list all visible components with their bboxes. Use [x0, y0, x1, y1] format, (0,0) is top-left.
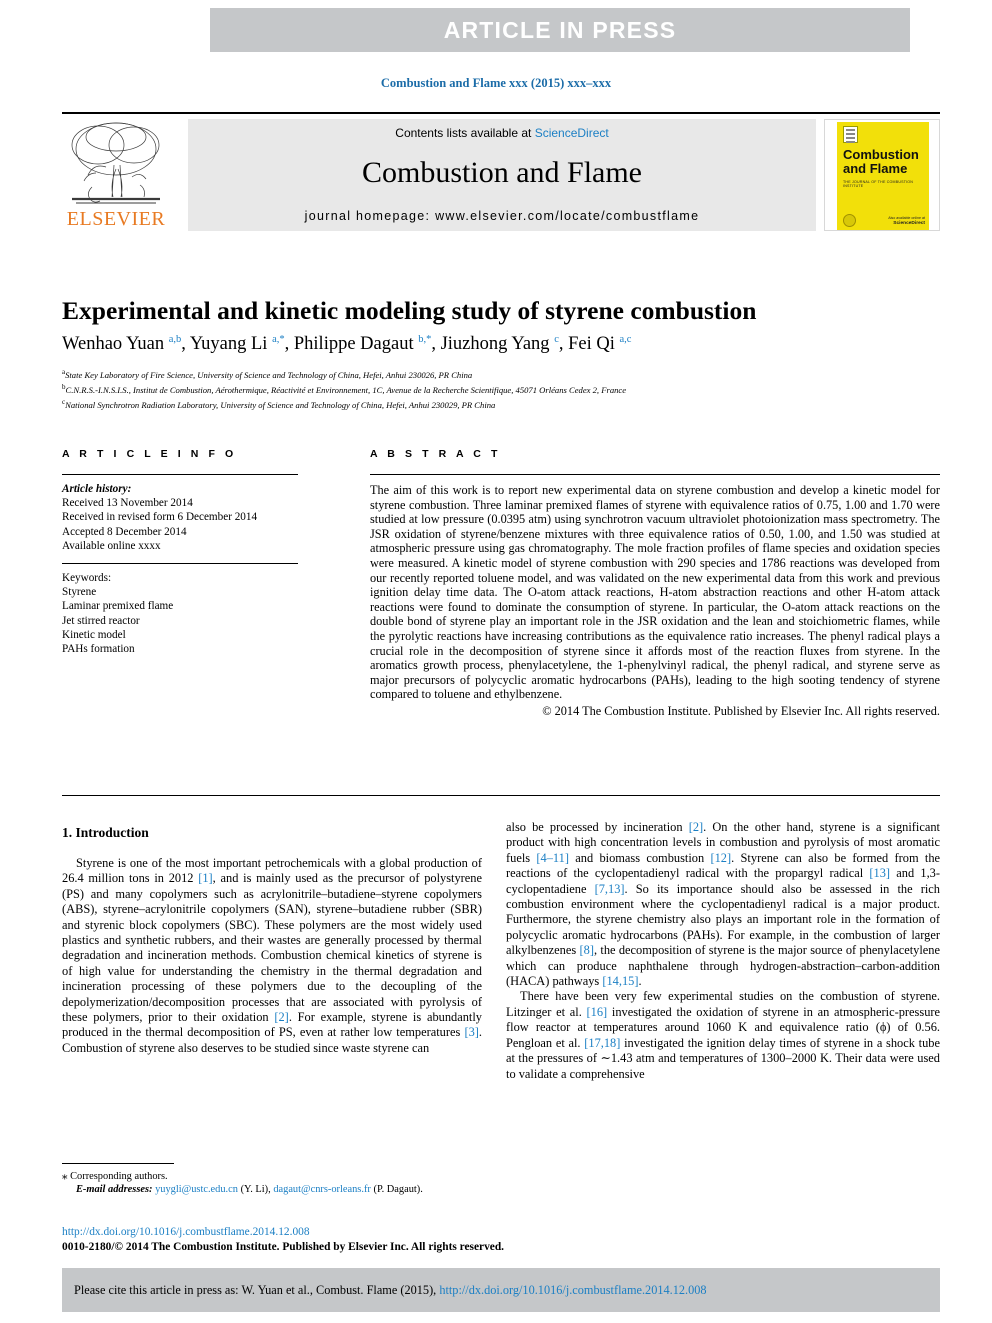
sciencedirect-link[interactable]: ScienceDirect — [535, 126, 609, 140]
keywords-divider-rule — [62, 563, 298, 565]
citation-prefix: Please cite this article in press as: W.… — [74, 1282, 440, 1297]
article-in-press-label: ARTICLE IN PRESS — [443, 16, 677, 43]
article-in-press-banner: ARTICLE IN PRESS — [210, 8, 910, 52]
keywords-label: Keywords: — [62, 572, 112, 585]
email-addresses-label: E-mail addresses: — [76, 1184, 153, 1196]
citation-box: Please cite this article in press as: W.… — [62, 1268, 940, 1312]
contents-prefix: Contents lists available at — [395, 126, 535, 140]
article-history-block: Article history: Received 13 November 20… — [62, 482, 298, 553]
abstract-bottom-rule — [62, 795, 940, 796]
corresponding-author-footnote: ⁎ Corresponding authors. E-mail addresse… — [62, 1170, 492, 1197]
body-column-left: Styrene is one of the most important pet… — [62, 856, 482, 1056]
keywords-block: Keywords: Styrene Laminar premixed flame… — [62, 571, 298, 656]
email-link-li[interactable]: yuygli@ustc.edu.cn — [155, 1184, 238, 1195]
combustion-institute-emblem-icon — [843, 126, 858, 143]
email-link-dagaut[interactable]: dagaut@cnrs-orleans.fr — [273, 1184, 371, 1195]
affiliation-mark: a — [62, 368, 66, 376]
affiliation-mark: c — [62, 398, 66, 407]
citation-doi-link[interactable]: http://dx.doi.org/10.1016/j.combustflame… — [439, 1283, 706, 1297]
affiliation-item: aState Key Laboratory of Fire Science, U… — [62, 368, 473, 380]
article-page: ARTICLE IN PRESS Combustion and Flame xx… — [0, 0, 992, 1323]
intro-paragraph-right-2: There have been very few experimental st… — [506, 989, 941, 1081]
keyword-item: Styrene — [62, 586, 97, 599]
footnote-rule — [62, 1163, 174, 1164]
sciencedirect-header: Contents lists available at ScienceDirec… — [188, 119, 816, 231]
abstract-column: A B S T R A C T The aim of this work is … — [370, 448, 940, 719]
issn-copyright-line: 0010-2180/© 2014 The Combustion Institut… — [62, 1241, 505, 1253]
body-column-right: also be processed by incineration [2]. O… — [506, 820, 940, 1082]
journal-homepage[interactable]: journal homepage: www.elsevier.com/locat… — [305, 209, 700, 223]
history-item: Accepted 8 December 2014 — [62, 525, 187, 538]
email-owner-li: (Y. Li) — [240, 1184, 269, 1196]
history-item: Available online xxxx — [62, 539, 161, 552]
intro-paragraph-left: Styrene is one of the most important pet… — [62, 856, 482, 1055]
corresponding-authors-text: Corresponding authors. — [70, 1171, 168, 1182]
keyword-item: Kinetic model — [62, 628, 126, 641]
elsevier-logo: ELSEVIER — [62, 119, 170, 231]
intro-paragraph-right-1: also be processed by incineration [2]. O… — [506, 820, 941, 989]
corresponding-authors-line: ⁎ Corresponding authors. — [62, 1170, 492, 1183]
cover-seal-icon — [843, 214, 856, 227]
journal-cover-thumbnail: Combustion and Flame THE JOURNAL OF THE … — [824, 119, 940, 231]
article-info-heading: A R T I C L E I N F O — [62, 448, 237, 460]
section-heading-introduction: 1. Introduction — [62, 825, 149, 840]
abstract-top-rule — [370, 474, 940, 475]
affiliation-mark: b — [62, 383, 66, 392]
doi-link[interactable]: http://dx.doi.org/10.1016/j.combustflame… — [62, 1226, 310, 1238]
citation-text: Please cite this article in press as: W.… — [62, 1283, 707, 1298]
cover-footer-line2: ScienceDirect — [893, 221, 925, 226]
abstract-heading: A B S T R A C T — [370, 448, 501, 460]
cover-title: Combustion and Flame — [843, 148, 925, 176]
author-list: Wenhao Yuan a,b, Yuyang Li a,*, Philippe… — [62, 334, 632, 355]
elsevier-wordmark: ELSEVIER — [66, 208, 166, 230]
article-title: Experimental and kinetic modeling study … — [62, 296, 757, 325]
cover-footer-line1: Also available online at — [888, 216, 925, 220]
email-separator: , — [268, 1184, 271, 1196]
cover-title-line2: and Flame — [843, 161, 908, 176]
cover-footer: Also available online at ScienceDirect — [877, 216, 925, 226]
affiliation-item: bC.N.R.S.-I.N.S.I.S., Institut de Combus… — [62, 383, 627, 396]
article-history-label: Article history: — [62, 483, 132, 495]
abstract-text: The aim of this work is to report new ex… — [370, 483, 940, 702]
cover-title-line1: Combustion — [843, 147, 919, 162]
journal-title: Combustion and Flame — [362, 156, 642, 189]
article-info-top-rule — [62, 474, 298, 475]
email-owner-dagaut: (P. Dagaut). — [373, 1184, 423, 1196]
keyword-item: PAHs formation — [62, 643, 135, 656]
affiliation-list: aState Key Laboratory of Fire Science, U… — [62, 366, 940, 411]
abstract-copyright: © 2014 The Combustion Institute. Publish… — [542, 703, 940, 718]
history-item: Received in revised form 6 December 2014 — [62, 511, 258, 524]
keyword-item: Jet stirred reactor — [62, 614, 140, 627]
keyword-item: Laminar premixed flame — [62, 600, 174, 613]
journal-reference-line: Combustion and Flame xxx (2015) xxx–xxx — [380, 76, 612, 90]
history-item: Received 13 November 2014 — [62, 497, 193, 510]
article-info-column: A R T I C L E I N F O Article history: R… — [62, 448, 298, 656]
asterisk-icon: ⁎ — [62, 1170, 68, 1182]
contents-available-line: Contents lists available at ScienceDirec… — [395, 126, 608, 140]
email-addresses-line: E-mail addresses: yuygli@ustc.edu.cn (Y.… — [62, 1183, 492, 1196]
affiliation-item: cNational Synchrotron Radiation Laborato… — [62, 398, 496, 411]
journal-masthead: ELSEVIER Contents lists available at Sci… — [62, 112, 940, 232]
cover-subtitle: THE JOURNAL OF THE COMBUSTION INSTITUTE — [843, 180, 914, 188]
